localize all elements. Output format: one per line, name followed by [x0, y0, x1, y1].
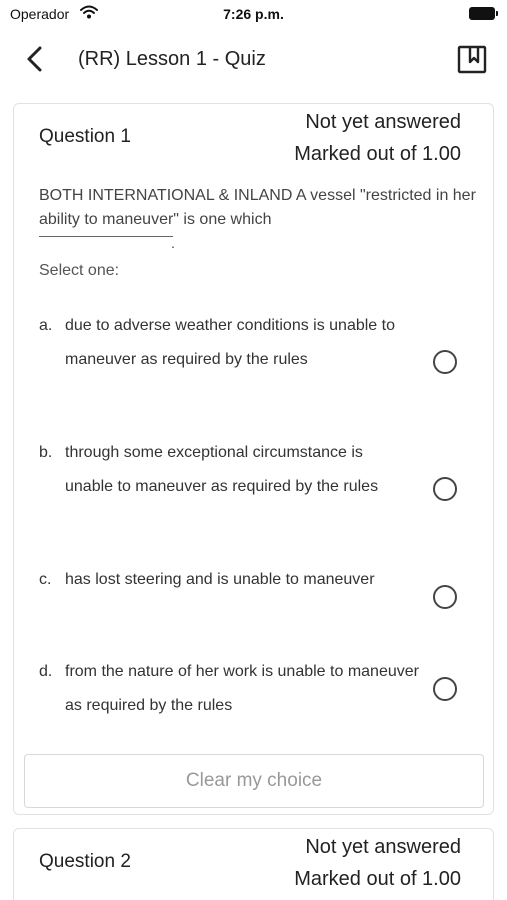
answer-option-c[interactable]: c. has lost steering and is unable to ma… — [39, 563, 479, 631]
status-bar: Operador 7:26 p.m. — [0, 0, 507, 28]
status-time: 7:26 p.m. — [223, 6, 284, 22]
question-marks: Marked out of 1.00 — [294, 143, 461, 165]
question-card: Question 2 Not yet answered Marked out o… — [13, 828, 494, 900]
answer-blank — [39, 236, 173, 237]
answer-option-a[interactable]: a. due to adverse weather conditions is … — [39, 309, 479, 411]
bookmark-button[interactable] — [456, 44, 488, 76]
answer-option-b[interactable]: b. through some exceptional circumstance… — [39, 436, 479, 538]
question-number: Question 1 — [39, 126, 131, 147]
chevron-left-icon — [27, 46, 42, 72]
blank-suffix: . — [171, 235, 175, 251]
option-text: due to adverse weather conditions is una… — [65, 317, 395, 368]
answer-option-d[interactable]: d. from the nature of her work is unable… — [39, 655, 479, 723]
option-text: through some exceptional circumstance is… — [65, 444, 379, 495]
question-status: Not yet answered — [305, 111, 461, 133]
option-c-radio[interactable] — [433, 585, 457, 609]
option-letter: d. — [39, 663, 53, 680]
question-card: Question 1 Not yet answered Marked out o… — [13, 103, 494, 815]
battery-icon — [469, 7, 498, 20]
question-number: Question 2 — [39, 851, 131, 872]
option-letter: b. — [39, 444, 53, 461]
option-text: has lost steering and is unable to maneu… — [65, 571, 375, 588]
bookmark-icon — [457, 45, 487, 74]
option-text: from the nature of her work is unable to… — [65, 663, 419, 714]
page-title: (RR) Lesson 1 - Quiz — [78, 48, 266, 70]
option-b-radio[interactable] — [433, 477, 457, 501]
option-a-radio[interactable] — [433, 350, 457, 374]
option-letter: a. — [39, 317, 53, 334]
question-status: Not yet answered — [305, 836, 461, 858]
clear-choice-button[interactable]: Clear my choice — [24, 754, 484, 808]
back-button[interactable] — [20, 44, 50, 74]
option-d-radio[interactable] — [433, 677, 457, 701]
question-text: BOTH INTERNATIONAL & INLAND A vessel "re… — [39, 187, 476, 228]
nav-bar: (RR) Lesson 1 - Quiz — [0, 36, 507, 84]
question-marks: Marked out of 1.00 — [294, 868, 461, 890]
option-letter: c. — [39, 571, 52, 588]
select-one-label: Select one: — [39, 262, 120, 279]
